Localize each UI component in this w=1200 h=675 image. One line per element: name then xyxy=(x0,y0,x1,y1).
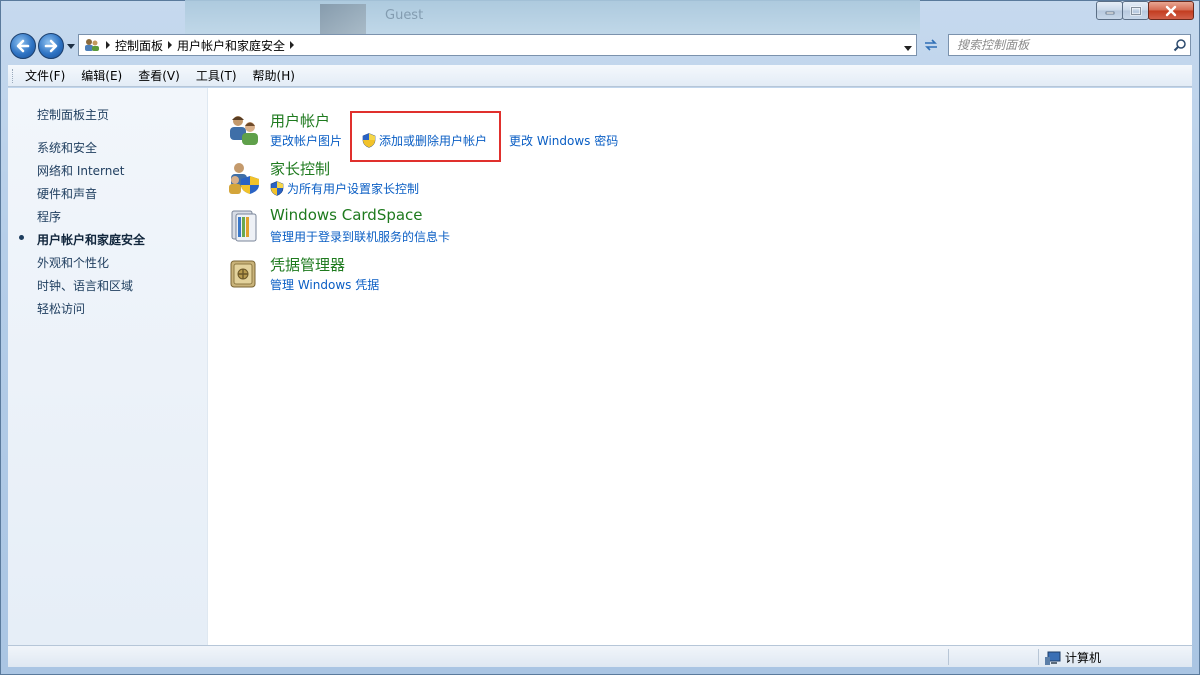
menu-help[interactable]: 帮助(H) xyxy=(247,67,301,84)
thumbnail-label: Guest xyxy=(385,8,424,23)
category-title-cardspace[interactable]: Windows CardSpace xyxy=(270,206,423,224)
minimize-button[interactable] xyxy=(1096,1,1123,20)
maximize-button[interactable] xyxy=(1122,1,1149,20)
category-links: 管理用于登录到联机服务的信息卡 xyxy=(270,228,450,245)
sidebar-item-programs[interactable]: 程序 xyxy=(37,208,61,225)
maximize-icon xyxy=(1130,6,1141,15)
link-change-windows-password[interactable]: 更改 Windows 密码 xyxy=(509,132,618,149)
chevron-down-icon xyxy=(67,44,75,49)
menu-view[interactable]: 查看(V) xyxy=(132,67,186,84)
minimize-icon xyxy=(1105,11,1114,14)
menu-file[interactable]: 文件(F) xyxy=(19,67,71,84)
sidebar-item-network[interactable]: 网络和 Internet xyxy=(37,162,124,179)
thumbnail-image xyxy=(320,4,366,34)
cardspace-icon xyxy=(231,210,257,242)
menu-tools[interactable]: 工具(T) xyxy=(190,67,243,84)
sidebar-item-home[interactable]: 控制面板主页 xyxy=(37,106,109,123)
link-change-account-picture[interactable]: 更改帐户图片 xyxy=(270,132,342,149)
link-manage-windows-credentials[interactable]: 管理 Windows 凭据 xyxy=(270,276,379,293)
status-bar: 计算机 xyxy=(8,645,1192,667)
link-set-parental-controls[interactable]: 为所有用户设置家长控制 xyxy=(270,180,419,197)
recent-pages-button[interactable] xyxy=(66,40,76,50)
breadcrumb-control-panel[interactable]: 控制面板 xyxy=(115,37,163,54)
users-icon xyxy=(230,116,258,145)
link-set-parental-controls-label: 为所有用户设置家长控制 xyxy=(287,182,420,196)
arrow-left-icon xyxy=(16,39,30,53)
computer-icon xyxy=(1045,651,1061,665)
parental-control-icon xyxy=(229,163,259,194)
back-button[interactable] xyxy=(10,33,36,59)
status-divider xyxy=(1038,649,1039,665)
category-links: 管理 Windows 凭据 xyxy=(270,276,379,293)
breadcrumb: 控制面板 用户帐户和家庭安全 xyxy=(101,37,299,54)
category-title-parental-controls[interactable]: 家长控制 xyxy=(270,158,330,179)
menu-bar: 文件(F) 编辑(E) 查看(V) 工具(T) 帮助(H) xyxy=(8,65,1192,87)
refresh-icon xyxy=(925,39,937,51)
address-dropdown-icon[interactable] xyxy=(904,41,912,55)
sidebar-item-user-accounts[interactable]: 用户帐户和家庭安全 xyxy=(37,231,145,248)
search-input[interactable] xyxy=(949,36,1170,54)
sidebar-item-hardware[interactable]: 硬件和声音 xyxy=(37,185,97,202)
breadcrumb-arrow-icon[interactable] xyxy=(163,41,177,49)
status-location-label: 计算机 xyxy=(1065,651,1102,665)
sidebar-item-clock-region[interactable]: 时钟、语言和区域 xyxy=(37,277,133,294)
content-area: 控制面板主页 系统和安全 网络和 Internet 硬件和声音 程序 用户帐户和… xyxy=(8,88,1192,645)
toolbar-grip xyxy=(12,68,15,83)
close-button[interactable] xyxy=(1148,1,1194,20)
category-links: 为所有用户设置家长控制 xyxy=(270,180,419,197)
control-panel-icon xyxy=(85,39,99,51)
search-box[interactable] xyxy=(948,34,1191,56)
close-icon xyxy=(1165,5,1177,16)
highlight-annotation-box xyxy=(350,111,501,162)
sidebar-item-ease-of-access[interactable]: 轻松访问 xyxy=(37,300,85,317)
background-window-thumbnail: Guest xyxy=(185,0,920,34)
link-manage-info-cards[interactable]: 管理用于登录到联机服务的信息卡 xyxy=(270,228,450,245)
arrow-right-icon xyxy=(44,39,58,53)
status-divider xyxy=(948,649,949,665)
active-bullet xyxy=(19,235,24,240)
credential-vault-icon xyxy=(230,260,256,288)
address-bar[interactable]: 控制面板 用户帐户和家庭安全 xyxy=(78,34,917,56)
sidebar: 控制面板主页 系统和安全 网络和 Internet 硬件和声音 程序 用户帐户和… xyxy=(8,88,208,645)
search-icon[interactable] xyxy=(1170,38,1190,52)
breadcrumb-user-accounts[interactable]: 用户帐户和家庭安全 xyxy=(177,37,285,54)
status-location: 计算机 xyxy=(1045,649,1101,666)
refresh-button[interactable] xyxy=(920,35,942,55)
forward-button[interactable] xyxy=(38,33,64,59)
window-controls xyxy=(1096,1,1194,20)
menu-edit[interactable]: 编辑(E) xyxy=(75,67,128,84)
breadcrumb-arrow-icon[interactable] xyxy=(101,41,115,49)
uac-shield-icon xyxy=(270,181,284,196)
sidebar-item-appearance[interactable]: 外观和个性化 xyxy=(37,254,109,271)
category-title-credential-manager[interactable]: 凭据管理器 xyxy=(270,254,345,275)
main-panel: 用户帐户 更改帐户图片 添加或删除用户帐户 更改 Windows 密码 家长控制… xyxy=(208,88,1192,645)
category-title-user-accounts[interactable]: 用户帐户 xyxy=(270,110,330,131)
sidebar-item-system-security[interactable]: 系统和安全 xyxy=(37,139,97,156)
breadcrumb-arrow-icon[interactable] xyxy=(285,41,299,49)
